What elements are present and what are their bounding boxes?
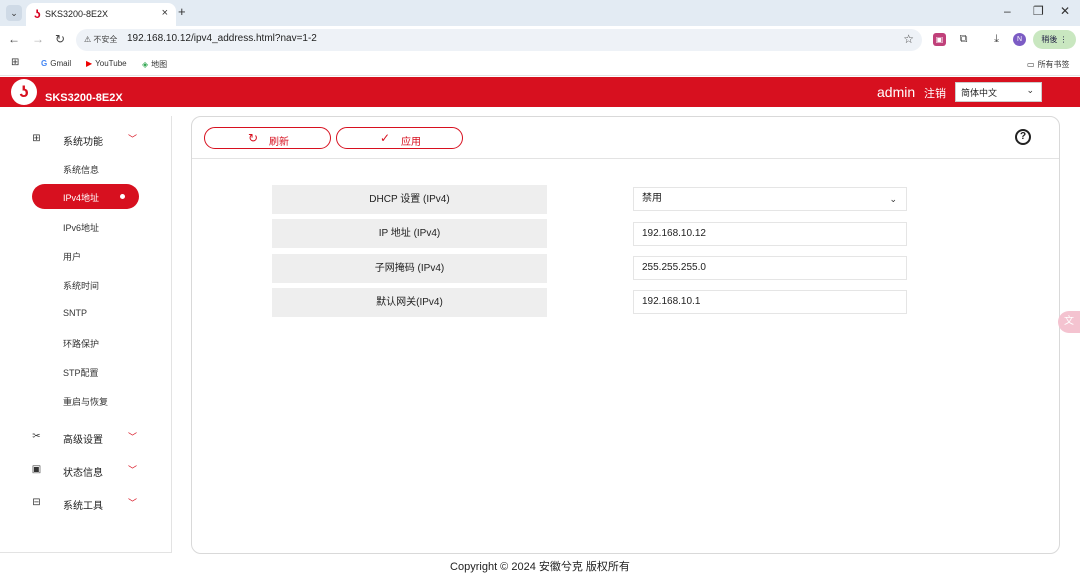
toolbox-icon: ⊟ (32, 497, 41, 508)
apply-label: 应用 (401, 137, 421, 148)
youtube-icon: ▶ (86, 59, 93, 68)
sidebar-group-system[interactable]: ⊞ 系统功能 ﹀ (0, 128, 172, 150)
bookmark-gmail[interactable]: G Gmail (41, 59, 71, 68)
chevron-down-icon: ﹀ (128, 432, 138, 442)
bookmark-youtube[interactable]: ▶ YouTube (86, 59, 127, 68)
url-input[interactable]: ⚠ 不安全 192.168.10.12/ipv4_address.html?na… (76, 29, 922, 51)
toolbar: ↻ 刷新 ✓ 应用 ? (192, 117, 1059, 159)
address-bar-row: ← → ↻ ⚠ 不安全 192.168.10.12/ipv4_address.h… (0, 26, 1080, 54)
url-text: 192.168.10.12/ipv4_address.html?nav=1-2 (127, 33, 317, 44)
apply-button[interactable]: ✓ 应用 (336, 127, 463, 149)
restore-icon[interactable]: ❐ (1033, 4, 1044, 18)
sidebar-item-ipv6[interactable]: IPv6地址 (63, 221, 99, 234)
language-select[interactable]: 简体中文 ⌄ (955, 82, 1042, 102)
gateway-label: 默认网关(IPv4) (272, 288, 547, 317)
sidebar-item-reboot-restore[interactable]: 重启与恢复 (63, 395, 108, 408)
monitor-icon: ▣ (31, 464, 42, 475)
app-header: ʖ SKS3200-8E2X admin 注销 简体中文 ⌄ (0, 77, 1080, 107)
browser-tab[interactable]: ʖ SKS3200-8E2X × (26, 3, 176, 26)
refresh-button[interactable]: ↻ 刷新 (204, 127, 331, 149)
sidebar-item-ipv4[interactable]: IPv4地址 (32, 184, 139, 209)
sidebar-item-label: IPv4地址 (63, 193, 100, 203)
reload-icon[interactable]: ↻ (55, 32, 65, 46)
sidebar-item-stp[interactable]: STP配置 (63, 366, 99, 379)
bookmark-label: 地图 (151, 60, 168, 69)
update-button[interactable]: 稍後 ⋮ (1033, 30, 1076, 49)
logout-link[interactable]: 注销 (924, 85, 946, 101)
apps-grid-icon[interactable]: ⊞ (11, 57, 19, 68)
copyright-text: Copyright © 2024 安徽兮克 版权所有 (450, 561, 630, 573)
sidebar-item-loop-protection[interactable]: 环路保护 (63, 337, 99, 350)
sidebar-group-label: 高级设置 (63, 435, 103, 446)
chevron-down-icon: ﹀ (128, 134, 138, 144)
sidebar-group-advanced[interactable]: ✂ 高级设置 ﹀ (0, 426, 172, 448)
subnet-mask-input[interactable]: 255.255.255.0 (633, 256, 907, 280)
username: admin (877, 84, 916, 100)
chevron-down-icon: ⌄ (1026, 85, 1034, 95)
extension-icon[interactable]: ▣ (933, 33, 946, 46)
back-icon[interactable]: ← (8, 32, 20, 46)
chevron-down-icon: ⌄ (889, 194, 897, 204)
browser-tab-bar: ⌄ ʖ SKS3200-8E2X × + – ❐ ✕ (0, 0, 1080, 26)
dhcp-label: DHCP 设置 (IPv4) (272, 185, 547, 214)
google-icon: G (41, 59, 48, 68)
sidebar-group-status[interactable]: ▣ 状态信息 ﹀ (0, 459, 172, 481)
sidebar-item-system-info[interactable]: 系统信息 (63, 163, 99, 176)
sidebar-group-label: 系统功能 (63, 137, 103, 148)
sidebar-item-system-time[interactable]: 系统时间 (63, 279, 99, 292)
subnet-mask-label: 子网掩码 (IPv4) (272, 254, 547, 283)
translate-float-icon[interactable]: 文 (1058, 311, 1080, 333)
maps-icon: ◈ (142, 60, 149, 69)
grid-icon: ⊞ (32, 133, 41, 144)
language-value: 简体中文 (961, 88, 998, 98)
profile-avatar[interactable]: N (1013, 33, 1026, 46)
sidebar-group-label: 状态信息 (63, 468, 103, 479)
all-bookmarks[interactable]: ▭ 所有书签 (1027, 59, 1070, 70)
security-indicator[interactable]: ⚠ 不安全 (84, 34, 117, 45)
minimize-icon[interactable]: – (1004, 4, 1011, 18)
all-bookmarks-label: 所有书签 (1037, 60, 1070, 69)
gateway-input[interactable]: 192.168.10.1 (633, 290, 907, 314)
help-icon[interactable]: ? (1015, 129, 1031, 145)
active-dot-icon (120, 194, 125, 199)
chevron-down-icon: ﹀ (128, 465, 138, 475)
bookmark-label: YouTube (95, 59, 127, 68)
window-close-icon[interactable]: ✕ (1060, 4, 1070, 18)
dhcp-value: 禁用 (642, 193, 662, 204)
download-icon[interactable]: ⤓ (990, 33, 1003, 46)
dhcp-select[interactable]: 禁用 ⌄ (633, 187, 907, 211)
tab-search-button[interactable]: ⌄ (6, 5, 22, 21)
extensions-puzzle-icon[interactable]: ⧉ (957, 33, 970, 46)
sidebar-group-label: 系统工具 (63, 501, 103, 512)
ip-address-label: IP 地址 (IPv4) (272, 219, 547, 248)
bookmark-star-icon[interactable]: ☆ (903, 32, 914, 46)
folder-icon: ▭ (1027, 60, 1035, 69)
bookmark-maps[interactable]: ◈ 地图 (142, 59, 167, 70)
sidebar: ⊞ 系统功能 ﹀ 系统信息 IPv6地址 用户 系统时间 SNTP 环路保护 S… (0, 116, 172, 553)
bookmarks-bar: ⊞ G Gmail ▶ YouTube ◈ 地图 ▭ 所有书签 (0, 54, 1080, 76)
bookmark-label: Gmail (50, 59, 72, 68)
chevron-down-icon: ﹀ (128, 498, 138, 508)
device-model: SKS3200-8E2X (45, 92, 123, 104)
ip-address-input[interactable]: 192.168.10.12 (633, 222, 907, 246)
forward-icon[interactable]: → (32, 32, 44, 46)
sidebar-item-sntp[interactable]: SNTP (63, 308, 87, 318)
main-panel: ↻ 刷新 ✓ 应用 ? DHCP 设置 (IPv4) 禁用 ⌄ IP 地址 (I… (191, 116, 1060, 554)
sidebar-item-users[interactable]: 用户 (63, 250, 81, 263)
check-icon: ✓ (380, 131, 391, 145)
refresh-icon: ↻ (248, 131, 259, 145)
new-tab-button[interactable]: + (178, 4, 186, 19)
refresh-label: 刷新 (269, 137, 289, 148)
sidebar-group-tools[interactable]: ⊟ 系统工具 ﹀ (0, 492, 172, 514)
tab-title: SKS3200-8E2X (45, 9, 109, 19)
tab-close-icon[interactable]: × (162, 7, 168, 19)
brand-logo: ʖ (11, 79, 37, 105)
tools-icon: ✂ (32, 431, 41, 442)
update-label: 稍後 (1041, 35, 1058, 44)
